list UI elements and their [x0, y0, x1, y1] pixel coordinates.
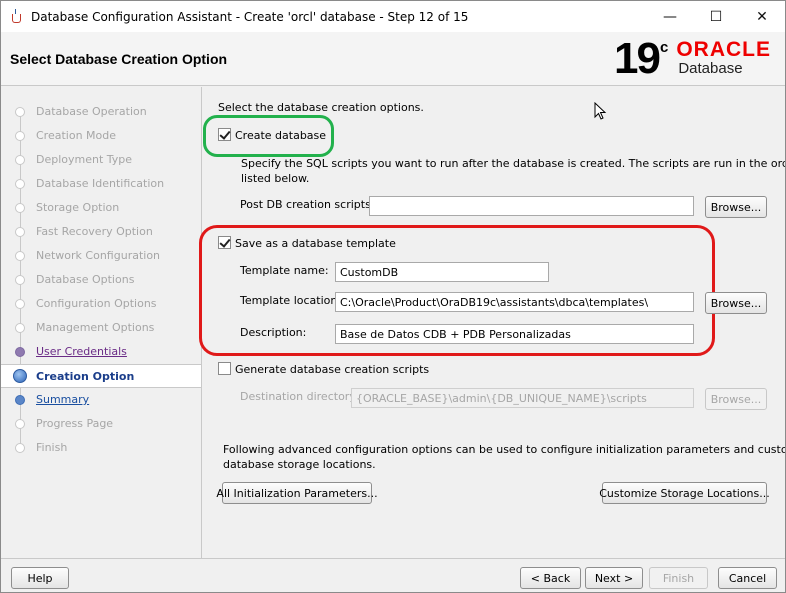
- main-content: Select the database creation options. Cr…: [199, 87, 786, 558]
- advanced-options-text-cont: database storage locations.: [223, 458, 376, 471]
- create-database-description: Specify the SQL scripts you want to run …: [241, 157, 786, 170]
- finish-button[interactable]: Finish: [649, 567, 708, 589]
- step-indicator-icon: [15, 419, 25, 429]
- create-database-description-cont: listed below.: [241, 172, 310, 185]
- step-indicator-icon: [15, 131, 25, 141]
- step-indicator-icon: [15, 251, 25, 261]
- nav-step-label: Creation Mode: [36, 129, 117, 142]
- all-initialization-parameters-button[interactable]: All Initialization Parameters...: [216, 482, 378, 504]
- oracle-logo: 19 c ORACLE Database: [614, 37, 771, 81]
- template-location-input[interactable]: C:\Oracle\Product\OraDB19c\assistants\db…: [335, 292, 694, 312]
- nav-step-label: Deployment Type: [36, 153, 133, 166]
- description-input[interactable]: Base de Datos CDB + PDB Personalizadas: [335, 324, 694, 344]
- step-indicator-icon: [15, 299, 25, 309]
- step-indicator-icon: [15, 107, 25, 117]
- generate-scripts-checkbox[interactable]: [218, 362, 231, 375]
- generate-scripts-label[interactable]: Generate database creation scripts: [235, 363, 429, 376]
- dbca-window: Database Configuration Assistant - Creat…: [0, 0, 786, 593]
- nav-step-label: Configuration Options: [36, 297, 157, 310]
- post-scripts-input[interactable]: [369, 196, 694, 216]
- nav-step-label: Progress Page: [36, 417, 114, 430]
- step-indicator-icon: [15, 323, 25, 333]
- nav-step-label: Database Identification: [36, 177, 165, 190]
- template-location-label: Template location:: [240, 294, 342, 307]
- post-scripts-label: Post DB creation scripts:: [240, 198, 375, 211]
- window-controls: — ☐ ✕: [647, 1, 785, 32]
- nav-step-fast-recovery-option: Fast Recovery Option: [1, 220, 201, 244]
- cancel-button[interactable]: Cancel: [718, 567, 777, 589]
- nav-step-label: Finish: [36, 441, 68, 454]
- java-app-icon: [9, 8, 25, 25]
- template-name-label: Template name:: [240, 264, 329, 277]
- step-navigation: Database Operation Creation Mode Deploymen…: [1, 87, 202, 558]
- next-button[interactable]: Next >: [585, 567, 643, 589]
- destination-browse-button[interactable]: Browse...: [705, 388, 767, 410]
- title-bar: Database Configuration Assistant - Creat…: [1, 1, 785, 32]
- window-title: Database Configuration Assistant - Creat…: [31, 9, 469, 24]
- step-indicator-icon: [15, 443, 25, 453]
- minimize-icon[interactable]: —: [647, 1, 693, 32]
- destination-directory-label: Destination directory:: [240, 390, 359, 403]
- nav-step-deployment-type: Deployment Type: [1, 148, 201, 172]
- step-indicator-icon: [15, 155, 25, 165]
- nav-step-network-configuration: Network Configuration: [1, 244, 201, 268]
- nav-step-management-options: Management Options: [1, 316, 201, 340]
- close-icon[interactable]: ✕: [739, 1, 785, 32]
- nav-step-database-identification: Database Identification: [1, 172, 201, 196]
- save-template-label[interactable]: Save as a database template: [235, 237, 396, 250]
- nav-step-label: Management Options: [36, 321, 155, 334]
- footer-bar: Help < Back Next > Finish Cancel: [1, 558, 785, 592]
- page-header: Select Database Creation Option 19 c ORA…: [1, 32, 785, 86]
- destination-directory-input[interactable]: {ORACLE_BASE}\admin\{DB_UNIQUE_NAME}\scr…: [351, 388, 694, 408]
- nav-step-label: Storage Option: [36, 201, 120, 214]
- nav-step-label: Network Configuration: [36, 249, 161, 262]
- create-database-label[interactable]: Create database: [235, 129, 326, 142]
- nav-step-finish: Finish: [1, 436, 201, 460]
- template-location-browse-button[interactable]: Browse...: [705, 292, 767, 314]
- nav-step-user-credentials[interactable]: User Credentials: [1, 340, 201, 364]
- customize-storage-locations-button[interactable]: Customize Storage Locations...: [599, 482, 770, 504]
- nav-step-database-operation: Database Operation: [1, 100, 201, 124]
- nav-step-database-options: Database Options: [1, 268, 201, 292]
- step-indicator-icon: [13, 369, 27, 383]
- step-indicator-icon: [15, 395, 25, 405]
- step-indicator-icon: [15, 227, 25, 237]
- nav-step-label: User Credentials: [36, 345, 127, 358]
- nav-step-label: Database Operation: [36, 105, 147, 118]
- logo-brand: ORACLE: [676, 38, 771, 61]
- intro-text: Select the database creation options.: [218, 101, 424, 114]
- nav-step-progress-page: Progress Page: [1, 412, 201, 436]
- post-scripts-browse-button[interactable]: Browse...: [705, 196, 767, 218]
- page-title: Select Database Creation Option: [10, 51, 228, 67]
- nav-step-storage-option: Storage Option: [1, 196, 201, 220]
- logo-suffix: c: [659, 39, 669, 56]
- description-label: Description:: [240, 326, 307, 339]
- advanced-options-text: Following advanced configuration options…: [223, 443, 786, 456]
- logo-product: Database: [678, 60, 743, 77]
- nav-step-creation-option[interactable]: Creation Option: [1, 364, 201, 388]
- mouse-cursor-icon: [594, 102, 607, 120]
- nav-step-summary[interactable]: Summary: [1, 388, 201, 412]
- help-button[interactable]: Help: [11, 567, 69, 589]
- template-name-input[interactable]: CustomDB: [335, 262, 549, 282]
- nav-step-label: Database Options: [36, 273, 135, 286]
- maximize-icon[interactable]: ☐: [693, 1, 739, 32]
- nav-step-creation-mode: Creation Mode: [1, 124, 201, 148]
- nav-step-label: Fast Recovery Option: [36, 225, 153, 238]
- nav-step-configuration-options: Configuration Options: [1, 292, 201, 316]
- nav-step-label: Summary: [36, 393, 90, 406]
- step-indicator-icon: [15, 203, 25, 213]
- create-database-checkbox[interactable]: [218, 128, 231, 141]
- save-template-checkbox[interactable]: [218, 236, 231, 249]
- step-indicator-icon: [15, 275, 25, 285]
- back-button[interactable]: < Back: [520, 567, 581, 589]
- step-indicator-icon: [15, 347, 25, 357]
- nav-step-label: Creation Option: [36, 370, 135, 383]
- step-indicator-icon: [15, 179, 25, 189]
- logo-version: 19: [614, 34, 661, 83]
